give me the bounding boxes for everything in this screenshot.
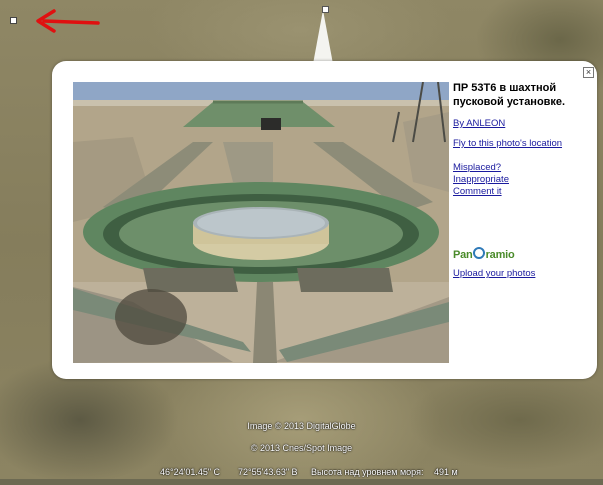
bottom-strip [0, 479, 603, 485]
upload-photos-link[interactable]: Upload your photos [453, 268, 589, 280]
latitude-readout: 46°24'01.45" C [160, 467, 221, 477]
fly-to-location-link[interactable]: Fly to this photo's location [453, 138, 589, 150]
cnes-attribution: © 2013 Cnes/Spot Image [250, 443, 353, 453]
inappropriate-link[interactable]: Inappropriate [453, 174, 589, 186]
elevation-value: 491 м [434, 467, 458, 477]
photo-placemark-icon[interactable] [322, 6, 329, 13]
red-arrow-icon [36, 9, 100, 33]
photo-info-panel: ПР 53Т6 в шахтной пусковой установке. By… [453, 81, 589, 280]
placemark-beam [313, 10, 333, 64]
panoramio-logo-suffix: ramio [485, 249, 515, 261]
longitude-readout: 72°55'43.63" B [238, 467, 298, 477]
missile-silo-photo[interactable] [73, 82, 449, 363]
status-bar: 46°24'01.45" C 72°55'43.63" B Высота над… [0, 465, 603, 479]
photo-image [73, 82, 449, 363]
close-icon[interactable]: × [583, 67, 594, 78]
elevation-label: Высота над уровнем моря: [311, 467, 424, 477]
imagery-attribution: Image © 2013 DigitalGlobe [247, 421, 356, 431]
small-placemark-icon[interactable] [10, 17, 17, 24]
photo-title: ПР 53Т6 в шахтной пусковой установке. [453, 82, 566, 108]
author-link[interactable]: By ANLEON [453, 118, 589, 130]
photo-info-balloon: × ПР 53Т6 в шахтной пусковой установке. … [52, 61, 597, 379]
panoramio-logo[interactable]: Pan ramio [453, 247, 589, 262]
panoramio-logo-prefix: Pan [453, 249, 473, 261]
misplaced-link[interactable]: Misplaced? [453, 162, 589, 174]
panoramio-o-icon [473, 247, 486, 259]
comment-link[interactable]: Comment it [453, 186, 589, 198]
